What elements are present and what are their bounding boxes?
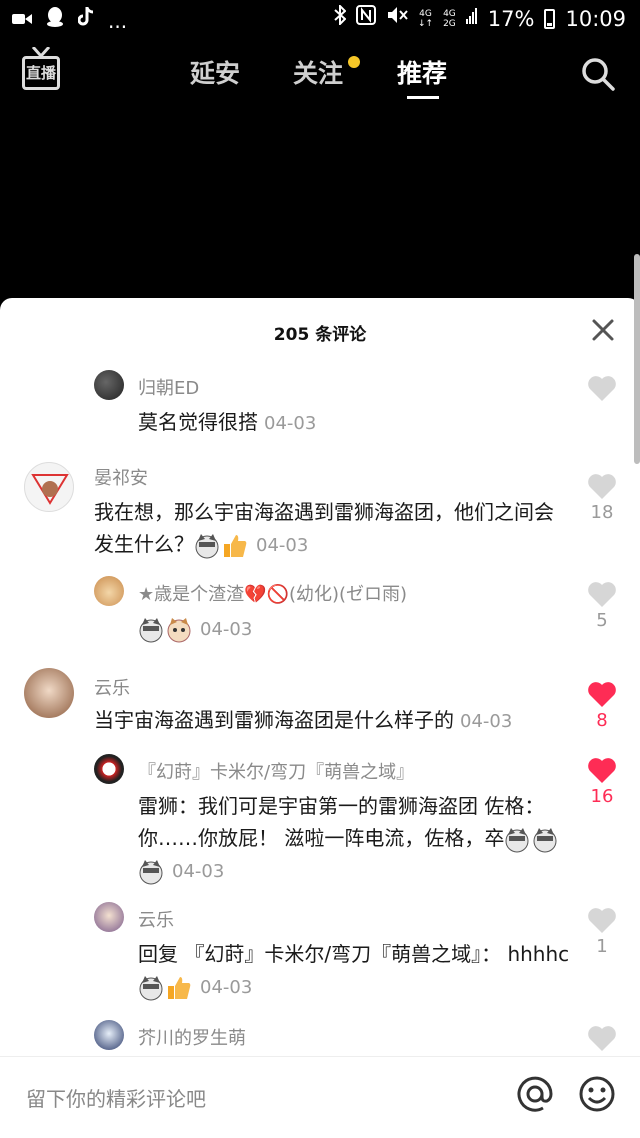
tab-recommended[interactable]: 推荐 [397, 54, 447, 90]
scrollbar[interactable] [634, 254, 640, 464]
mute-icon [386, 5, 408, 33]
more-notifications: ... [108, 9, 128, 33]
heart-icon [588, 908, 616, 933]
signal-bars-icon [465, 6, 478, 32]
comment-username[interactable]: 云乐 [138, 906, 174, 932]
live-label: 直播 [22, 56, 60, 90]
comment-date: 04-03 [256, 535, 309, 556]
close-icon[interactable] [591, 318, 615, 342]
comment-username[interactable]: ★歳是个渣渣💔🚫(幼化)(ゼロ雨) [138, 580, 407, 606]
comment-date: 04-03 [200, 619, 253, 640]
heart-icon [588, 474, 616, 499]
like-button[interactable] [587, 1024, 617, 1052]
comment-text: 回复 『幻莳』卡米尔/弯刀『萌兽之域』： hhhhc04-03 [138, 938, 578, 1004]
comment-date: 04-03 [264, 413, 317, 434]
comment-text: 当宇宙海盗遇到雷狮海盗团是什么样子的 04-03 [94, 708, 513, 732]
comment-count-title: 205 条评论 [273, 325, 367, 345]
heart-icon [588, 682, 616, 707]
comment-text: 04-03 [138, 612, 252, 646]
like-button[interactable]: 8 [587, 680, 617, 731]
nfc-icon [355, 5, 376, 33]
battery-icon [544, 9, 556, 29]
like-count: 5 [596, 610, 608, 631]
thumbs-up-emoji-icon [166, 975, 192, 1001]
like-button[interactable]: 18 [587, 472, 617, 523]
like-count: 18 [590, 502, 614, 523]
comment-username[interactable]: 云乐 [94, 674, 130, 700]
avatar[interactable] [94, 1020, 124, 1050]
clock: 10:09 [565, 7, 626, 31]
comment-input-bar: 留下你的精彩评论吧 [0, 1056, 640, 1138]
avatar[interactable] [94, 370, 124, 400]
heart-icon [588, 758, 616, 783]
comment-sheet: 205 条评论 归朝ED 莫名觉得很搭 04-03 晏祁安 我在想，那么宇宙海盗遇… [0, 298, 640, 1138]
dog-emoji-icon [504, 827, 530, 853]
qq-icon [46, 6, 64, 36]
cat-emoji-icon [166, 617, 192, 643]
comment-username[interactable]: 归朝ED [138, 374, 199, 400]
like-button[interactable]: 16 [587, 756, 617, 807]
signal-4g-icon: 4G ↓↑ [417, 9, 434, 29]
status-bar: ... 4G ↓↑ 4G 2G 17% 10:09 [0, 0, 640, 40]
active-tab-indicator [407, 96, 439, 99]
mention-icon[interactable] [516, 1075, 554, 1113]
live-button[interactable]: 直播 [22, 47, 62, 94]
like-count: 1 [596, 936, 608, 957]
like-count: 8 [596, 710, 608, 731]
comment-date: 04-03 [200, 977, 253, 998]
bluetooth-icon [334, 3, 347, 33]
comment-date: 04-03 [172, 861, 225, 882]
dog-emoji-icon [138, 975, 164, 1001]
emoji-icon[interactable] [578, 1075, 616, 1113]
comment-date: 04-03 [460, 711, 513, 732]
comment-username[interactable]: 芥川的罗生萌 [138, 1024, 246, 1050]
thumbs-up-emoji-icon [222, 533, 248, 559]
comment-input[interactable]: 留下你的精彩评论吧 [26, 1083, 206, 1112]
dog-emoji-icon [194, 533, 220, 559]
comment-text: 雷狮：我们可是宇宙第一的雷狮海盗团 佐格：你……你放屁！ 滋啦一阵电流，佐格，卒… [138, 790, 578, 888]
heart-icon [588, 376, 616, 401]
tab-yanan[interactable]: 延安 [190, 54, 240, 90]
signal-2g-icon: 4G 2G [443, 9, 456, 29]
dog-emoji-icon [138, 859, 164, 885]
comment-text: 我在想，那么宇宙海盗遇到雷狮海盗团，他们之间会发生什么？ 04-03 [94, 496, 564, 562]
avatar[interactable] [94, 754, 124, 784]
heart-icon [588, 1026, 616, 1051]
heart-icon [588, 582, 616, 607]
like-count: 16 [590, 786, 614, 807]
notification-dot [348, 56, 360, 68]
avatar[interactable] [94, 576, 124, 606]
comment-text: 莫名觉得很搭 04-03 [138, 410, 317, 434]
search-icon[interactable] [580, 56, 616, 92]
comment-username[interactable]: 『幻莳』卡米尔/弯刀『萌兽之域』 [138, 758, 414, 784]
dog-emoji-icon [532, 827, 558, 853]
battery-percent: 17% [487, 7, 535, 31]
avatar[interactable] [94, 902, 124, 932]
tiktok-icon [77, 7, 94, 35]
comment-username[interactable]: 晏祁安 [94, 464, 148, 490]
top-nav: 直播 延安 关注 推荐 [0, 40, 640, 106]
tab-following[interactable]: 关注 [293, 54, 343, 90]
like-button[interactable]: 5 [587, 580, 617, 631]
like-button[interactable]: 1 [587, 906, 617, 957]
like-button[interactable] [587, 374, 617, 402]
video-camera-icon [12, 8, 32, 34]
avatar[interactable] [24, 668, 74, 718]
avatar[interactable] [24, 462, 74, 512]
dog-emoji-icon [138, 617, 164, 643]
